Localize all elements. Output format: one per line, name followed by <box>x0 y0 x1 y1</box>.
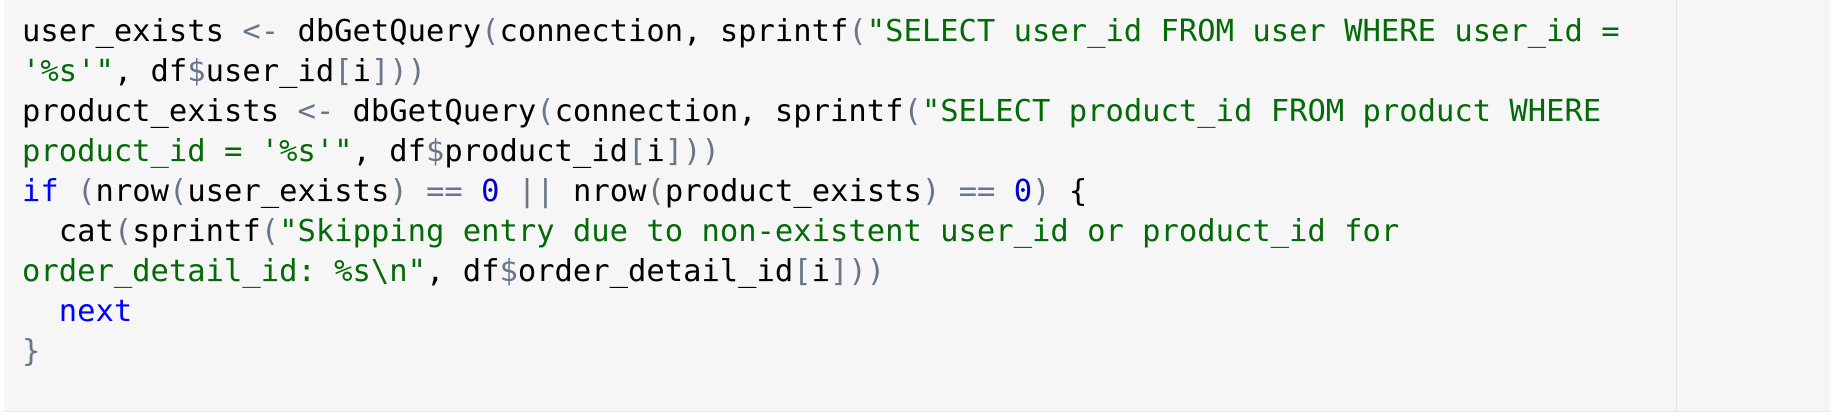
code-token-plain: order_detail_id <box>517 254 794 289</box>
code-token-br: ( <box>481 14 500 49</box>
code-token-op: <- <box>242 14 280 49</box>
code-block[interactable]: user_exists <- dbGetQuery(connection, sp… <box>22 12 1620 372</box>
code-token-br: ( <box>848 14 867 49</box>
code-token-br: ) <box>389 174 408 209</box>
code-token-plain: product_id <box>444 134 628 169</box>
code-token-plain: sprintf <box>132 214 261 249</box>
code-token-plain: { <box>1050 174 1088 209</box>
code-token-br: ( <box>77 174 96 209</box>
code-token-str: "SELECT user_id FROM user WHERE user_id … <box>866 14 1620 49</box>
code-token-plain: connection, sprintf <box>499 14 849 49</box>
code-token-plain: i <box>352 54 371 89</box>
code-token-plain: user_exists <box>187 174 390 209</box>
code-token-kw: if <box>22 174 59 209</box>
code-line-7[interactable]: order_detail_id: %s\n", df$order_detail_… <box>22 252 1620 292</box>
code-line-2[interactable]: '%s'", df$user_id[i])) <box>22 52 1620 92</box>
code-token-plain: user_exists <box>22 14 243 49</box>
code-token-br: ])) <box>664 134 720 169</box>
code-token-kw: next <box>58 294 133 329</box>
code-token-br: ) <box>921 174 941 209</box>
print-margin-guide <box>1676 0 1677 411</box>
code-line-9[interactable]: } <box>22 332 1620 372</box>
code-token-br: ( <box>113 214 133 249</box>
code-token-plain: nrow <box>95 174 169 209</box>
code-token-str: "Skipping entry due to non-existent user… <box>279 214 1400 249</box>
code-token-br: [ <box>793 254 812 289</box>
code-token-str: product_id = '%s'" <box>22 134 353 169</box>
code-token-br: [ <box>334 54 353 89</box>
code-token-br: ( <box>536 94 555 129</box>
code-line-5[interactable]: if (nrow(user_exists) == 0 || nrow(produ… <box>22 172 1620 212</box>
code-token-op: || <box>517 174 555 209</box>
code-token-br: ])) <box>370 54 427 89</box>
code-token-op: <- <box>297 94 335 129</box>
code-line-1[interactable]: user_exists <- dbGetQuery(connection, sp… <box>22 12 1620 52</box>
code-token-plain: product_exists <box>22 94 298 129</box>
code-token-plain: product_exists <box>664 174 922 209</box>
code-token-plain: dbGetQuery <box>334 94 537 129</box>
code-token-br: } <box>22 334 41 369</box>
code-token-plain: , df <box>113 54 188 89</box>
code-token-br: ( <box>646 174 665 209</box>
code-token-op: $ <box>499 254 518 289</box>
code-line-4[interactable]: product_id = '%s'", df$product_id[i])) <box>22 132 1620 172</box>
code-token-plain: i <box>646 134 665 169</box>
code-token-br: ) <box>1032 174 1051 209</box>
code-token-br: ( <box>903 94 922 129</box>
code-token-plain: dbGetQuery <box>279 14 482 49</box>
code-token-plain: , df <box>425 254 500 289</box>
code-token-br: ( <box>168 174 188 209</box>
code-token-str: '%s'" <box>22 54 114 89</box>
code-line-3[interactable]: product_exists <- dbGetQuery(connection,… <box>22 92 1620 132</box>
code-token-num: 0 <box>1013 174 1033 209</box>
code-token-br: ( <box>260 214 280 249</box>
code-token-op: == <box>426 174 463 209</box>
code-line-6[interactable]: cat(sprintf("Skipping entry due to non-e… <box>22 212 1620 252</box>
code-token-op: $ <box>425 134 445 169</box>
code-token-plain: user_id <box>205 54 335 89</box>
code-token-plain: i <box>811 254 831 289</box>
code-editor[interactable]: user_exists <- dbGetQuery(connection, sp… <box>4 0 1830 412</box>
code-token-br: [ <box>628 134 647 169</box>
code-token-br: ])) <box>830 254 886 289</box>
code-token-plain: cat <box>22 214 114 249</box>
code-token-num: 0 <box>481 174 500 209</box>
code-token-str: order_detail_id: %s\n" <box>22 254 426 289</box>
code-token-plain: , df <box>352 134 426 169</box>
code-token-op: $ <box>187 54 206 89</box>
code-token-op: == <box>958 174 996 209</box>
code-token-plain: connection, sprintf <box>554 94 904 129</box>
code-line-8[interactable]: next <box>22 292 1620 332</box>
code-token-plain: nrow <box>554 174 647 209</box>
code-token-str: "SELECT product_id FROM product WHERE <box>921 94 1602 129</box>
